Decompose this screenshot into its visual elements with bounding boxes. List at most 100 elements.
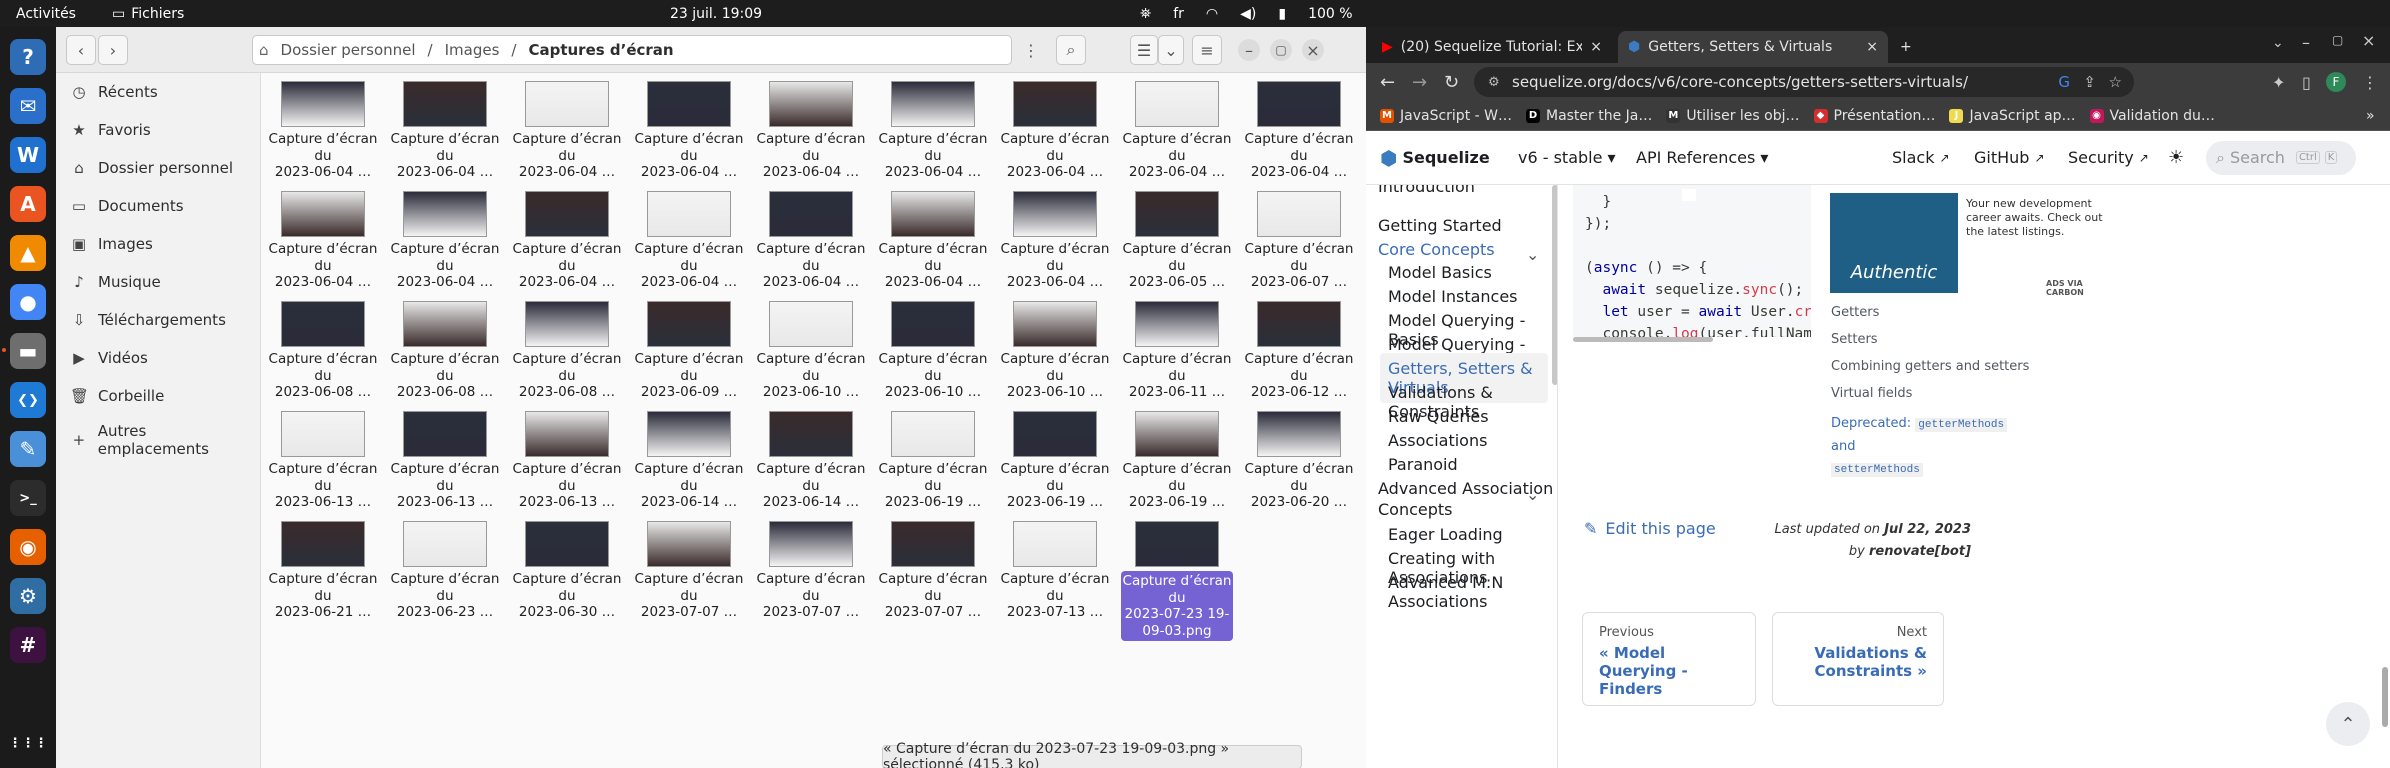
- main-menu-button[interactable]: ≡: [1192, 35, 1222, 65]
- file-item[interactable]: Capture d’écran du 2023-06-04 …: [511, 191, 623, 299]
- file-item[interactable]: Capture d’écran du 2023-07-23 19-09-03.pn…: [1121, 521, 1233, 641]
- chrome-icon[interactable]: ●: [10, 284, 46, 320]
- activities-button[interactable]: Activités: [16, 6, 76, 22]
- thunderbird-icon[interactable]: ✉: [10, 88, 46, 124]
- address-bar[interactable]: ⚙ sequelize.org/docs/v6/core-concepts/ge…: [1474, 67, 2134, 97]
- toc-item-deprecated[interactable]: Deprecated: getterMethods and setterMeth…: [1831, 413, 2031, 481]
- help-icon[interactable]: ?: [10, 39, 46, 75]
- file-item[interactable]: Capture d’écran du 2023-06-08 …: [389, 301, 501, 409]
- security-link[interactable]: Security ↗: [2068, 148, 2149, 167]
- file-item[interactable]: Capture d’écran du 2023-06-19 …: [877, 411, 989, 519]
- file-item[interactable]: Capture d’écran du 2023-06-04 …: [999, 81, 1111, 189]
- file-item[interactable]: Capture d’écran du 2023-06-30 …: [511, 521, 623, 629]
- file-item[interactable]: Capture d’écran du 2023-06-04 …: [1243, 81, 1355, 189]
- terminal-icon[interactable]: >_: [10, 480, 46, 516]
- ad-via[interactable]: ADS VIA CARBON: [2046, 279, 2118, 297]
- file-item[interactable]: Capture d’écran du 2023-06-04 …: [1121, 81, 1233, 189]
- file-item[interactable]: Capture d’écran du 2023-06-04 …: [511, 81, 623, 189]
- workbench-icon[interactable]: ⚙: [10, 578, 46, 614]
- vlc-icon[interactable]: ▲: [10, 235, 46, 271]
- close-tab-icon[interactable]: ×: [1866, 39, 1878, 55]
- maximize-icon[interactable]: ▢: [2332, 33, 2343, 47]
- file-item[interactable]: Capture d’écran du 2023-06-14 …: [755, 411, 867, 519]
- sidebar-item-téléchargements[interactable]: ⇩ Téléchargements: [56, 301, 260, 339]
- brand-link[interactable]: ⬢ Sequelize: [1380, 146, 1490, 170]
- bookmark-item[interactable]: M JavaScript - W…: [1380, 108, 1512, 124]
- file-item[interactable]: Capture d’écran du 2023-06-13 …: [511, 411, 623, 519]
- bookmark-item[interactable]: ◉ Validation du…: [2089, 108, 2215, 124]
- toc-item[interactable]: Setters: [1831, 332, 2031, 347]
- file-item[interactable]: Capture d’écran du 2023-06-11 …: [1121, 301, 1233, 409]
- search-button[interactable]: ⌕: [1056, 35, 1086, 65]
- file-item[interactable]: Capture d’écran du 2023-06-10 …: [877, 301, 989, 409]
- file-item[interactable]: Capture d’écran du 2023-07-07 …: [877, 521, 989, 629]
- apps-grid-icon[interactable]: ⋮⋮⋮: [9, 725, 48, 761]
- text-editor-icon[interactable]: ✎: [10, 431, 46, 467]
- profile-avatar[interactable]: F: [2326, 72, 2346, 92]
- file-item[interactable]: Capture d’écran du 2023-06-10 …: [999, 301, 1111, 409]
- file-item[interactable]: Capture d’écran du 2023-07-07 …: [755, 521, 867, 629]
- docs-nav-item[interactable]: Advanced M:N Associations: [1388, 573, 1557, 611]
- tab-search-icon[interactable]: ⌄: [2272, 35, 2284, 51]
- file-item[interactable]: Capture d’écran du 2023-06-13 …: [389, 411, 501, 519]
- file-item[interactable]: Capture d’écran du 2023-06-04 …: [633, 191, 745, 299]
- bookmark-item[interactable]: J JavaScript ap…: [1949, 108, 2076, 124]
- theme-toggle-icon[interactable]: ☀: [2168, 147, 2184, 168]
- back-button[interactable]: ‹: [66, 35, 96, 65]
- file-item[interactable]: Capture d’écran du 2023-06-21 …: [267, 521, 379, 629]
- back-icon[interactable]: ←: [1380, 72, 1395, 93]
- sidebar-item-dossier-personnel[interactable]: ⌂ Dossier personnel: [56, 149, 260, 187]
- file-item[interactable]: Capture d’écran du 2023-06-08 …: [267, 301, 379, 409]
- file-item[interactable]: Capture d’écran du 2023-06-04 …: [267, 191, 379, 299]
- file-item[interactable]: Capture d’écran du 2023-07-13 …: [999, 521, 1111, 629]
- breadcrumb-images[interactable]: Images: [439, 41, 506, 59]
- file-item[interactable]: Capture d’écran du 2023-06-05 …: [1121, 191, 1233, 299]
- tab-sequelize[interactable]: ⬢ Getters, Setters & Virtuals ×: [1618, 31, 1888, 63]
- file-item[interactable]: Capture d’écran du 2023-06-04 …: [999, 191, 1111, 299]
- file-item[interactable]: Capture d’écran du 2023-06-04 …: [389, 191, 501, 299]
- sidebar-item-favoris[interactable]: ★ Favoris: [56, 111, 260, 149]
- docs-nav-item[interactable]: Eager Loading: [1388, 525, 1503, 544]
- file-item[interactable]: Capture d’écran du 2023-06-04 …: [877, 81, 989, 189]
- file-item[interactable]: Capture d’écran du 2023-06-20 …: [1243, 411, 1355, 519]
- file-item[interactable]: Capture d’écran du 2023-06-04 …: [755, 81, 867, 189]
- chevron-down-icon[interactable]: ⌄: [1526, 245, 1539, 264]
- sidebar-item-musique[interactable]: ♪ Musique: [56, 263, 260, 301]
- file-item[interactable]: Capture d’écran du 2023-06-04 …: [877, 191, 989, 299]
- sidebar-item-récents[interactable]: ◷ Récents: [56, 73, 260, 111]
- bookmark-item[interactable]: D Master the Ja…: [1525, 108, 1652, 124]
- api-dropdown[interactable]: API References ▾: [1636, 148, 1768, 167]
- file-item[interactable]: Capture d’écran du 2023-06-14 …: [633, 411, 745, 519]
- sidepanel-icon[interactable]: ▯: [2302, 73, 2311, 92]
- file-item[interactable]: Capture d’écran du 2023-06-04 …: [755, 191, 867, 299]
- code-scrollbar[interactable]: [1573, 337, 1713, 342]
- docs-nav-item[interactable]: Introduction: [1378, 185, 1475, 196]
- slack-link[interactable]: Slack ↗: [1892, 148, 1950, 167]
- github-link[interactable]: GitHub ↗: [1974, 148, 2045, 167]
- breadcrumb[interactable]: ⌂ Dossier personnel / Images / Captures d’…: [252, 35, 1012, 65]
- toc-item[interactable]: Virtual fields: [1831, 386, 2031, 401]
- google-lens-icon[interactable]: G: [2058, 73, 2070, 91]
- close-icon[interactable]: ×: [2362, 31, 2375, 50]
- view-list-button[interactable]: ☰: [1130, 35, 1158, 65]
- breadcrumb-current[interactable]: Captures d’écran: [522, 41, 679, 59]
- sidebar-item-documents[interactable]: ▭ Documents: [56, 187, 260, 225]
- view-options-button[interactable]: ⌄: [1158, 35, 1184, 65]
- minimize-button[interactable]: –: [1238, 39, 1260, 61]
- page-scrollbar[interactable]: [2382, 667, 2388, 727]
- sidebar-item-corbeille[interactable]: 🗑 Corbeille: [56, 377, 260, 415]
- file-item[interactable]: Capture d’écran du 2023-06-08 …: [511, 301, 623, 409]
- maximize-button[interactable]: ▢: [1270, 39, 1292, 61]
- menu-kebab-icon[interactable]: ⋮: [2362, 73, 2378, 92]
- bookmarks-overflow-icon[interactable]: »: [2366, 108, 2375, 124]
- docs-nav-item[interactable]: Getting Started: [1378, 216, 1502, 235]
- language-indicator[interactable]: fr: [1173, 6, 1184, 22]
- forward-icon[interactable]: →: [1412, 72, 1427, 93]
- reload-icon[interactable]: ↻: [1444, 72, 1459, 93]
- docs-nav-item[interactable]: Paranoid: [1388, 455, 1458, 474]
- new-tab-button[interactable]: +: [1890, 31, 1924, 63]
- breadcrumb-home[interactable]: Dossier personnel: [275, 41, 422, 59]
- search-box[interactable]: ⌕ Search Ctrl K: [2206, 140, 2356, 175]
- minimize-icon[interactable]: –: [2302, 33, 2310, 52]
- docs-nav-item[interactable]: Concepts: [1378, 500, 1453, 519]
